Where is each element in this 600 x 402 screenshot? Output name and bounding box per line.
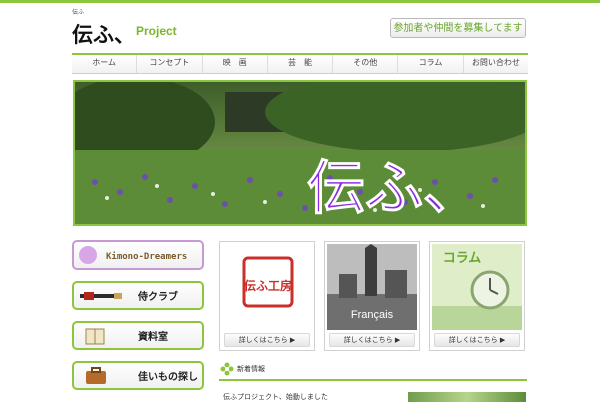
- logo-mark-text: 伝ふ、: [72, 22, 134, 47]
- workshop-stamp-icon: 伝ふ工房: [222, 244, 312, 330]
- workshop-stamp-text: 伝ふ工房: [244, 278, 292, 293]
- book-icon: [85, 328, 105, 345]
- column-card-image: コラム: [432, 244, 522, 330]
- good-things-label: 佳いもの探し: [138, 372, 198, 383]
- kimono-banner-text: Kimono-Dreamers: [106, 251, 187, 262]
- news-item-link[interactable]: 伝ふプロジェクト、始動しました: [223, 392, 328, 402]
- hero-garden-image: 伝ふ、: [75, 82, 525, 224]
- kimono-dreamers-banner[interactable]: Kimono-Dreamers: [72, 240, 204, 270]
- francais-text: Français: [351, 309, 394, 321]
- samurai-club-label: 侍クラブ: [138, 292, 178, 303]
- cathedral-photo: Français: [327, 244, 417, 330]
- hero-overlay-text: 伝ふ、: [307, 154, 481, 222]
- archive-button[interactable]: 資料室: [72, 321, 204, 350]
- news-section-header: 新着情報: [219, 361, 527, 381]
- francais-card-image: Français: [327, 244, 417, 330]
- site-tag: 伝ふ: [72, 9, 85, 16]
- logo-project-text: Project: [136, 24, 177, 38]
- main-nav: ホーム コンセプト 映 画 芸 能 その他 コラム お問い合わせ: [72, 53, 528, 74]
- francais-card[interactable]: Français 詳しくはこちら ▶: [324, 241, 420, 351]
- logo-mark-icon: 伝ふ、: [72, 22, 135, 47]
- nav-item-film[interactable]: 映 画: [201, 55, 267, 73]
- column-card[interactable]: コラム 詳しくはこちら ▶: [429, 241, 525, 351]
- archive-label: 資料室: [138, 332, 168, 343]
- recruit-button[interactable]: 参加者や仲間を募集してます: [390, 18, 526, 38]
- flower-icon: [220, 362, 234, 376]
- workshop-card-image: 伝ふ工房: [222, 244, 312, 330]
- nav-item-home[interactable]: ホーム: [72, 55, 136, 73]
- top-accent-line: [0, 0, 600, 3]
- sword-icon: [80, 292, 122, 300]
- hero-banner: 伝ふ、: [73, 80, 527, 226]
- kimono-banner-image: Kimono-Dreamers: [79, 246, 187, 264]
- news-section-title: 新着情報: [237, 365, 265, 373]
- suitcase-icon: [86, 367, 106, 384]
- column-card-link[interactable]: 詳しくはこちら ▶: [434, 333, 520, 347]
- samurai-club-button[interactable]: 侍クラブ: [72, 281, 204, 310]
- francais-card-link[interactable]: 詳しくはこちら ▶: [329, 333, 415, 347]
- nav-item-concept[interactable]: コンセプト: [136, 55, 201, 73]
- nav-item-other[interactable]: その他: [332, 55, 397, 73]
- news-thumbnail: [408, 392, 526, 402]
- nav-item-contact[interactable]: お問い合わせ: [462, 55, 528, 73]
- workshop-card-link[interactable]: 詳しくはこちら ▶: [224, 333, 310, 347]
- nav-item-column[interactable]: コラム: [397, 55, 462, 73]
- workshop-card[interactable]: 伝ふ工房 詳しくはこちら ▶: [219, 241, 315, 351]
- column-image-text: コラム: [443, 251, 482, 266]
- clock-photo: コラム: [432, 244, 522, 330]
- nav-item-arts[interactable]: 芸 能: [266, 55, 332, 73]
- good-things-button[interactable]: 佳いもの探し: [72, 361, 204, 390]
